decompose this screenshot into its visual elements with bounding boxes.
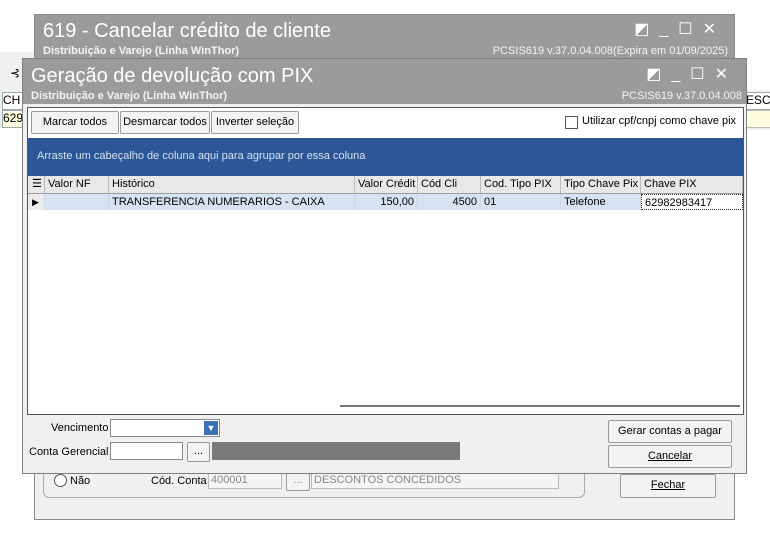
header-cod-tipo-pix[interactable]: Cod. Tipo PIX [481,176,561,193]
conta-gerencial-field[interactable] [110,442,183,460]
row-indicator-icon[interactable]: ▶ [28,194,45,210]
vencimento-label: Vencimento [51,422,109,434]
cell-cod-cli[interactable]: 4500 [418,194,481,210]
conta-gerencial-lookup-button[interactable]: ... [187,442,210,462]
header-cod-cli[interactable]: Cód Cli [418,176,481,193]
background-window-version: PCSIS619 v.37.0.04.008(Expira em 01/09/2… [492,45,728,57]
right-edge-fragment: ESCO [745,90,770,130]
cell-valor-nf[interactable] [45,194,109,210]
cancelar-label: Cancelar [647,450,693,462]
toolbar-icon: ⊰ [10,66,21,80]
gerar-contas-button[interactable]: Gerar contas a pagar [608,420,732,443]
conta-gerencial-label: Conta Gerencial [29,446,109,458]
column-chooser-icon[interactable]: ☰ [28,176,45,193]
right-fragment: ESCO [745,92,770,110]
pix-grid-panel: Marcar todos Desmarcar todos Inverter se… [27,107,744,415]
conta-gerencial-description [212,442,460,460]
cod-conta-value: 400001 [211,474,248,486]
background-window-controls[interactable]: ◩_☐✕ [634,19,726,39]
horizontal-scrollbar[interactable] [340,405,740,407]
header-tipo-chave-pix[interactable]: Tipo Chave Pix [561,176,641,193]
cancelar-button[interactable]: Cancelar [608,445,732,468]
vencimento-dropdown[interactable]: ▼ [110,419,220,437]
cpf-checkbox-label: Utilizar cpf/cnpj como chave pix [582,115,737,127]
cell-historico[interactable]: TRANSFERENCIA NUMERARIOS - CAIXA [109,194,355,210]
marcar-todos-button[interactable]: Marcar todos [31,111,119,134]
inverter-selecao-button[interactable]: Inverter seleção [211,111,299,134]
background-window-subtitle: Distribuição e Varejo (Linha WinThor) [43,45,240,57]
background-window-title: 619 - Cancelar crédito de cliente [43,20,331,42]
window-controls[interactable]: ◩_☐✕ [646,64,738,84]
pix-devolution-window: Geração de devolução com PIX Distribuiçã… [22,58,747,474]
cell-tipo-chave-pix[interactable]: Telefone [561,194,641,210]
group-by-area[interactable]: Arraste um cabeçalho de coluna aqui para… [28,138,743,176]
header-valor-nf[interactable]: Valor NF [45,176,109,193]
group-by-hint: Arraste um cabeçalho de coluna aqui para… [37,150,366,162]
radio-nao-label: Não [70,475,91,487]
cod-conta-field[interactable]: 400001 [208,472,282,489]
table-row[interactable]: ▶ TRANSFERENCIA NUMERARIOS - CAIXA 150,0… [28,194,743,210]
fechar-label: Fechar [650,479,686,491]
header-chave-pix[interactable]: Chave PIX [641,176,743,193]
window-subtitle: Distribuição e Varejo (Linha WinThor) [31,90,228,102]
header-historico[interactable]: Histórico [109,176,355,193]
conta-description: DESCONTOS CONCEDIDOS [311,472,559,489]
radio-nao[interactable] [54,474,67,487]
header-valor-credito[interactable]: Valor Crédit [355,176,418,193]
cpf-checkbox[interactable] [565,116,578,129]
cod-conta-lookup-button[interactable]: ... [286,472,310,491]
window-version: PCSIS619 v.37.0.04.008 [621,90,742,102]
window-titlebar: Geração de devolução com PIX Distribuiçã… [23,59,746,104]
cell-chave-pix[interactable]: 62982983417 [641,194,743,210]
cell-cod-tipo-pix[interactable]: 01 [481,194,561,210]
background-window-titlebar: 619 - Cancelar crédito de cliente Distri… [35,15,734,59]
right-fragment-input [745,110,770,128]
conta-description-text: DESCONTOS CONCEDIDOS [314,474,462,486]
gerar-contas-label: Gerar contas a pagar [618,425,722,437]
grid-header: ☰ Valor NF Histórico Valor Crédit Cód Cl… [28,176,743,194]
dropdown-arrow-icon[interactable]: ▼ [204,421,218,435]
window-title: Geração de devolução com PIX [31,65,314,87]
fechar-button[interactable]: Fechar [620,474,716,498]
desmarcar-todos-button[interactable]: Desmarcar todos [120,111,210,134]
cod-conta-label: Cód. Conta [151,475,207,487]
cell-valor-credito[interactable]: 150,00 [355,194,418,210]
